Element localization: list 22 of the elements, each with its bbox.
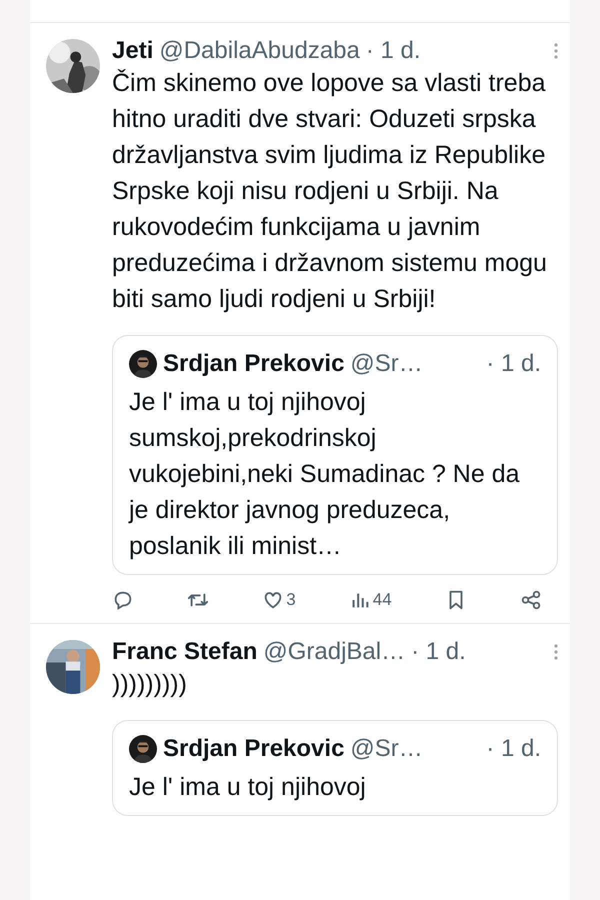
quoted-text: Je l' ima u toj njihovoj sumskoj,prekodrinskoj vukojebini,neki Sumadinac ? Ne da je direktor javnog preduzeca, poslanik ili minist…: [129, 387, 521, 562]
action-count: 44: [372, 590, 392, 610]
quoted-post[interactable]: Srdjan Prekovic @Sr… · 1 d. Je l' ima u toj njihovoj sumskoj,prekodrinskoj vukojebini,neki Sumadinac ? Ne da je direktor javnog preduzeca, poslanik ili minist…: [112, 335, 558, 575]
author-handle[interactable]: @DabilaAbudzaba: [159, 37, 360, 65]
author-name[interactable]: Franc Stefan: [112, 638, 258, 666]
author-handle: @Sr…: [350, 350, 423, 378]
action-count: 3: [286, 590, 296, 610]
author-handle: @Sr…: [350, 735, 423, 763]
post-time: · 1 d.: [366, 37, 421, 65]
quoted-post[interactable]: Srdjan Prekovic @Sr… · 1 d. Je l' ima u toj njihovoj: [112, 720, 558, 816]
reply-icon[interactable]: [112, 589, 134, 611]
post-time: · 1 d.: [411, 638, 466, 666]
post-text: Čim skinemo ove lopove sa vlasti treba hitno uraditi dve stvari: Oduzeti srpska državljanstva svim ljudima iz Republike Srpske koji nisu rodjeni u Srbiji. Na rukovodećim funkcijama u javnim preduzećima i državnom sistemu mogu biti samo ljudi rodjeni u Srbiji!: [112, 68, 548, 315]
post-text: ))))))))): [112, 669, 188, 700]
author-name: Srdjan Prekovic: [163, 350, 344, 378]
quoted-text: Je l' ima u toj njihovoj: [129, 772, 367, 803]
post-time: · 1 d.: [486, 350, 541, 378]
post-time: · 1 d.: [486, 735, 541, 763]
share-icon[interactable]: [520, 589, 542, 611]
author-name[interactable]: Jeti: [112, 37, 154, 65]
author-handle[interactable]: @GradjBal…: [263, 638, 406, 666]
author-name: Srdjan Prekovic: [163, 735, 344, 763]
